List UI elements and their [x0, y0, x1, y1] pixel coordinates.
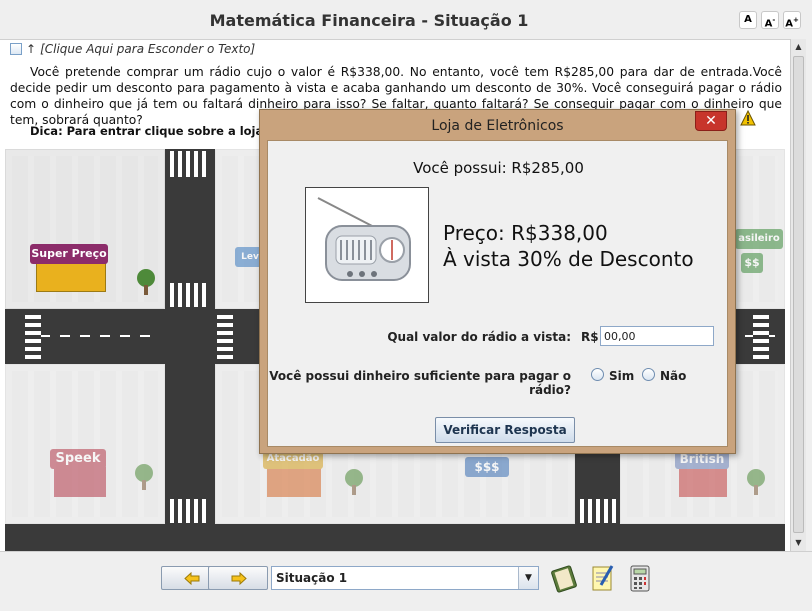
scroll-thumb[interactable] [793, 56, 804, 533]
book-icon[interactable] [549, 563, 579, 593]
notepad-icon[interactable] [588, 563, 618, 593]
currency-label: R$ [581, 330, 599, 344]
value-question-label: Qual valor do rádio a vista: [387, 330, 571, 344]
store-speek[interactable]: Speek [50, 449, 110, 499]
up-arrow-icon: ↑ [26, 42, 37, 56]
dialog-titlebar[interactable]: Loja de Eletrônicos ✕ [260, 110, 735, 140]
bottom-toolbar: Situação 1 ▼ [0, 551, 812, 611]
chevron-down-icon[interactable]: ▼ [518, 567, 538, 589]
font-reset-button[interactable]: A [739, 11, 757, 29]
store-money[interactable]: $$$ [465, 449, 513, 499]
store-dialog: Loja de Eletrônicos ✕ Você possui: R$285… [259, 109, 736, 454]
owned-money-label: Você possui: R$285,00 [413, 159, 584, 177]
situation-select-value: Situação 1 [276, 571, 348, 585]
value-input[interactable] [600, 326, 714, 346]
store-atacadao[interactable]: Atacadão [263, 449, 325, 499]
radio-yes[interactable] [591, 368, 604, 381]
warning-icon [740, 110, 756, 126]
scroll-up-icon[interactable]: ▲ [791, 39, 806, 54]
store-super-preco[interactable]: Super Preço [30, 244, 120, 294]
arrow-right-icon [231, 572, 247, 585]
price-label: Preço: R$338,00 [443, 221, 608, 245]
font-decrease-button[interactable]: A- [761, 11, 779, 29]
vertical-scrollbar[interactable]: ▲ ▼ [790, 39, 806, 551]
radio-no[interactable] [642, 368, 655, 381]
store-sign: Super Preço [30, 244, 108, 264]
dialog-body: Você possui: R$285,00 Preço: R$338,00 À … [267, 140, 728, 447]
arrow-left-icon [184, 572, 200, 585]
scroll-down-icon[interactable]: ▼ [791, 535, 806, 550]
discount-label: À vista 30% de Desconto [443, 247, 694, 271]
radio-no-label[interactable]: Não [660, 369, 686, 383]
app-window: Matemática Financeira - Situação 1 A A- … [0, 0, 812, 611]
store-brasileiro[interactable]: asileiro $$ [735, 229, 785, 289]
toggle-label[interactable]: [Clique Aqui para Esconder o Texto] [40, 42, 255, 56]
enough-money-question: Você possui dinheiro suficiente para pag… [269, 369, 571, 397]
situation-select[interactable]: Situação 1 ▼ [271, 566, 539, 590]
font-increase-button[interactable]: A+ [783, 11, 801, 29]
store-british[interactable]: British [675, 449, 731, 499]
toggle-text-link[interactable]: ↑ [Clique Aqui para Esconder o Texto] [10, 42, 255, 56]
calculator-icon[interactable] [625, 563, 655, 593]
radio-yes-label[interactable]: Sim [609, 369, 634, 383]
close-button[interactable]: ✕ [695, 111, 727, 131]
page-title: Matemática Financeira - Situação 1 [209, 11, 529, 30]
verify-answer-button[interactable]: Verificar Resposta [435, 417, 575, 443]
next-button[interactable] [208, 566, 268, 590]
header: Matemática Financeira - Situação 1 A A- … [0, 0, 812, 40]
radio-image [305, 187, 429, 303]
toggle-checkbox[interactable] [10, 43, 22, 55]
dialog-title: Loja de Eletrônicos [431, 118, 564, 134]
